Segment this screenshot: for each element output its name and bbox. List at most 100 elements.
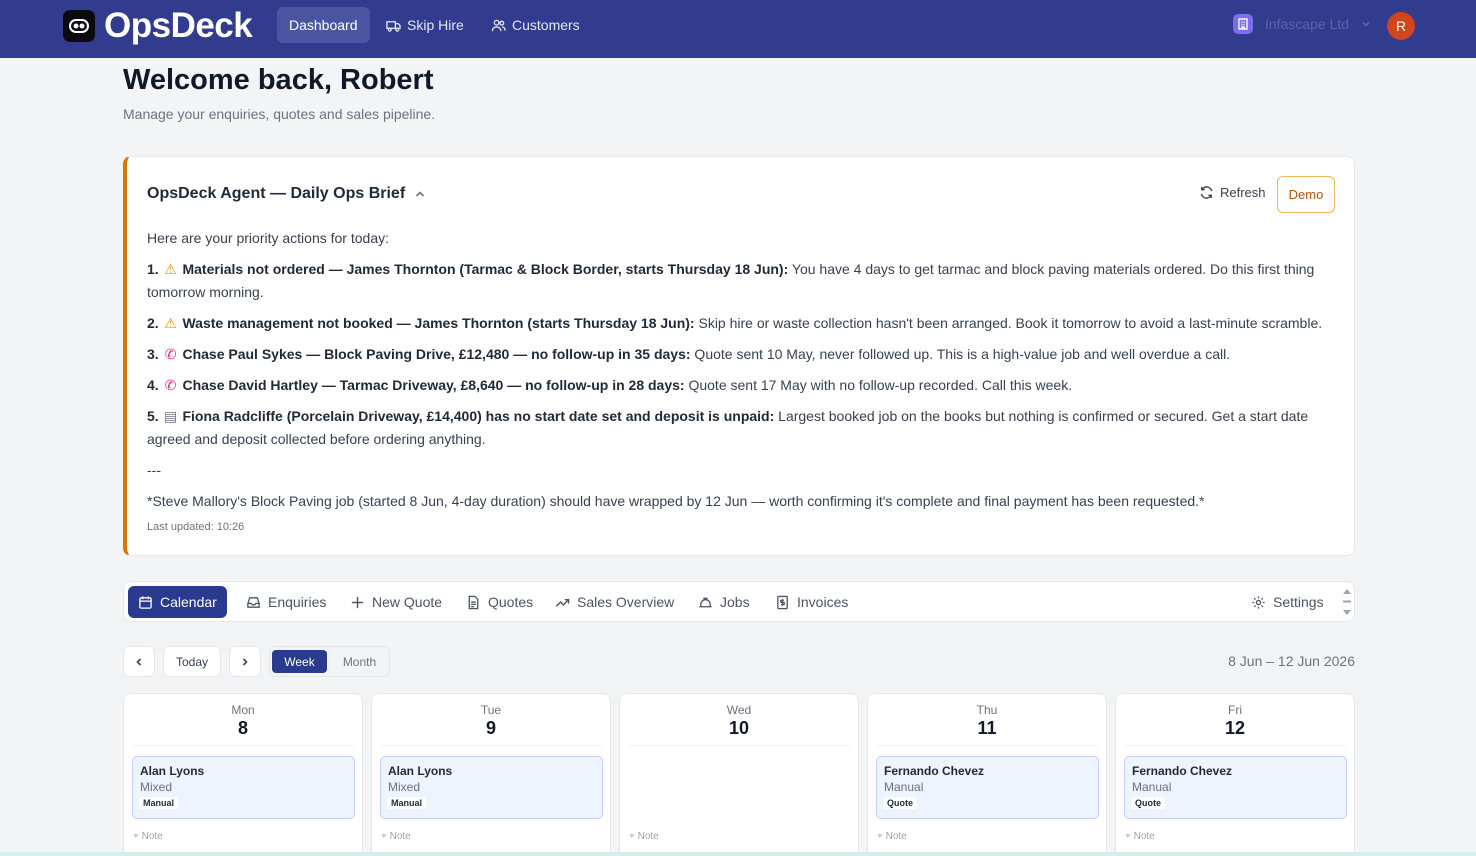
brief-item-1: 1. ⚠ Materials not ordered — James Thorn… <box>147 258 1337 304</box>
nav-dashboard-label: Dashboard <box>289 17 358 33</box>
job-customer: Fernando Chevez <box>1132 764 1233 778</box>
app-name[interactable]: OpsDeck <box>104 6 253 46</box>
calendar-day-wed: Wed 10 + Note <box>619 693 859 856</box>
day-number: 10 <box>728 718 750 738</box>
job-type: Mixed <box>140 780 173 794</box>
phone-icon: ✆ <box>164 377 177 393</box>
tab-settings[interactable]: Settings <box>1241 586 1334 618</box>
item-heading: Chase David Hartley — Tarmac Driveway, £… <box>182 377 685 393</box>
job-customer: Alan Lyons <box>140 764 205 778</box>
brief-toggle[interactable]: OpsDeck Agent — Daily Ops Brief <box>147 185 427 203</box>
job-tag: Quote <box>883 797 917 809</box>
tab-settings-label: Settings <box>1273 594 1324 610</box>
avatar[interactable]: R <box>1387 12 1415 40</box>
last-updated: Last updated: 10:26 <box>147 521 245 533</box>
view-toggle: Week Month <box>269 646 390 677</box>
brief-item-2: 2. ⚠ Waste management not booked — James… <box>147 312 1337 335</box>
nav-skip-hire[interactable]: Skip Hire <box>374 7 476 43</box>
divider <box>628 745 850 746</box>
item-number: 3. <box>147 346 159 362</box>
calendar-day-thu: Thu 11 Fernando Chevez Manual Quote + No… <box>867 693 1107 856</box>
day-name: Mon <box>231 703 255 717</box>
item-number: 1. <box>147 261 159 277</box>
tab-enquiries-label: Enquiries <box>268 594 327 610</box>
tab-quotes-label: Quotes <box>488 594 534 610</box>
warning-icon: ⚠ <box>164 315 177 331</box>
divider <box>380 745 602 746</box>
day-number: 11 <box>977 718 997 738</box>
brief-separator: --- <box>147 462 161 478</box>
item-heading: Chase Paul Sykes — Block Paving Drive, £… <box>182 346 691 362</box>
job-type: Manual <box>884 780 924 794</box>
add-note-button[interactable]: + Note <box>381 831 411 842</box>
day-name: Tue <box>480 703 502 717</box>
inbox-icon <box>247 596 260 608</box>
brief-title: OpsDeck Agent — Daily Ops Brief <box>147 185 406 202</box>
brief-intro: Here are your priority actions for today… <box>147 230 389 246</box>
chevron-left-icon <box>136 657 142 666</box>
job-tag: Quote <box>1131 797 1165 809</box>
org-name: Infascape Ltd <box>1265 16 1350 32</box>
tab-invoices[interactable]: Invoices <box>765 586 858 618</box>
calendar-prev-button[interactable] <box>123 646 155 677</box>
day-name: Fri <box>1228 703 1242 717</box>
page-title: Welcome back, Robert <box>123 64 434 96</box>
item-number: 5. <box>147 408 159 424</box>
top-nav: OpsDeck Dashboard Skip Hire Customers In… <box>0 0 1476 58</box>
brief-body: Here are your priority actions for today… <box>147 227 1337 521</box>
calendar-today-button[interactable]: Today <box>163 646 221 677</box>
calendar-date-range: 8 Jun – 12 Jun 2026 <box>1228 653 1355 669</box>
truck-icon <box>386 20 401 32</box>
item-number: 2. <box>147 315 159 331</box>
refresh-button[interactable]: Refresh <box>1199 185 1266 200</box>
phone-icon: ✆ <box>164 346 177 362</box>
item-number: 4. <box>147 377 159 393</box>
warning-icon: ⚠ <box>164 261 177 277</box>
view-month-button[interactable]: Month <box>332 650 387 673</box>
tab-quotes[interactable]: Quotes <box>456 586 543 618</box>
brief-footnote: *Steve Mallory's Block Paving job (start… <box>147 493 1205 509</box>
brief-item-5: 5. ▤ Fiona Radcliffe (Porcelain Driveway… <box>147 405 1337 451</box>
item-heading: Fiona Radcliffe (Porcelain Driveway, £14… <box>182 408 775 424</box>
calendar-day-fri: Fri 12 Fernando Chevez Manual Quote + No… <box>1115 693 1355 856</box>
item-text: Skip hire or waste collection hasn't bee… <box>694 315 1323 331</box>
divider <box>1124 745 1346 746</box>
view-week-button[interactable]: Week <box>272 650 327 673</box>
tab-jobs[interactable]: Jobs <box>688 586 760 618</box>
job-customer: Alan Lyons <box>388 764 453 778</box>
calendar-job-card[interactable]: Alan Lyons Mixed Manual <box>380 756 603 819</box>
calendar-job-card[interactable]: Alan Lyons Mixed Manual <box>132 756 355 819</box>
nav-dashboard[interactable]: Dashboard <box>277 7 370 43</box>
add-note-button[interactable]: + Note <box>133 831 163 842</box>
job-type: Manual <box>1132 780 1172 794</box>
demo-button[interactable]: Demo <box>1277 176 1335 213</box>
calendar-day-tue: Tue 9 Alan Lyons Mixed Manual + Note <box>371 693 611 856</box>
brief-item-3: 3. ✆ Chase Paul Sykes — Block Paving Dri… <box>147 343 1337 366</box>
daily-brief-card: OpsDeck Agent — Daily Ops Brief Refresh … <box>123 156 1355 556</box>
tab-new-quote[interactable]: New Quote <box>340 586 452 618</box>
tab-calendar[interactable]: Calendar <box>128 586 227 618</box>
add-note-button[interactable]: + Note <box>877 831 907 842</box>
add-note-button[interactable]: + Note <box>629 831 659 842</box>
clipboard-icon: ▤ <box>163 408 178 424</box>
item-text: Quote sent 17 May with no follow-up reco… <box>684 377 1073 393</box>
item-heading: Materials not ordered — James Thornton (… <box>182 261 789 277</box>
tab-scroll-icon[interactable] <box>1342 586 1352 618</box>
item-text: Quote sent 10 May, never followed up. Th… <box>690 346 1231 362</box>
building-icon <box>1233 14 1253 34</box>
page-bottom-edge <box>0 852 1476 856</box>
tab-sales-overview[interactable]: Sales Overview <box>545 586 684 618</box>
calendar-icon <box>139 595 152 609</box>
chevron-right-icon <box>242 657 248 666</box>
hard-hat-icon <box>699 597 712 607</box>
nav-skip-hire-label: Skip Hire <box>407 17 464 33</box>
calendar-job-card[interactable]: Fernando Chevez Manual Quote <box>1124 756 1347 819</box>
day-number: 8 <box>237 718 248 738</box>
calendar-job-card[interactable]: Fernando Chevez Manual Quote <box>876 756 1099 819</box>
add-note-button[interactable]: + Note <box>1125 831 1155 842</box>
nav-customers[interactable]: Customers <box>479 7 592 43</box>
tab-enquiries[interactable]: Enquiries <box>236 586 336 618</box>
org-switcher[interactable]: Infascape Ltd <box>1233 14 1371 34</box>
calendar-next-button[interactable] <box>229 646 261 677</box>
invoice-icon <box>777 595 788 609</box>
